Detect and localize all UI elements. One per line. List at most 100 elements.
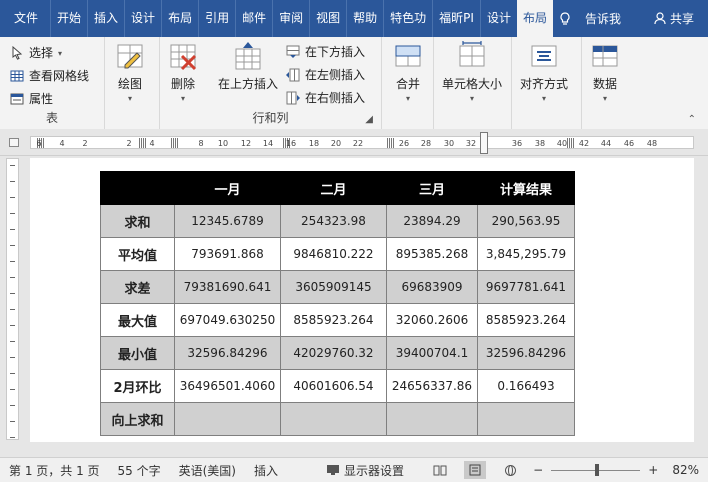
table-cell[interactable]: 8585923.264 [280,303,387,337]
table-header-cell[interactable]: 一月 [174,171,281,205]
zoom-out-button[interactable]: − [531,463,545,477]
merge-button[interactable]: 合并 ▾ [393,41,423,103]
tab-view[interactable]: 视图 [309,0,346,37]
insert-above-button[interactable]: 在上方插入 [218,41,278,92]
table-cell[interactable]: 9697781.641 [477,270,575,304]
input-mode[interactable]: 插入 [245,462,287,479]
tab-layout[interactable]: 布局 [161,0,198,37]
ruler-corner-marker[interactable] [9,138,19,147]
row-label[interactable]: 求差 [100,270,175,304]
view-gridlines-button[interactable]: 查看网格线 [10,64,104,87]
table-cell[interactable]: 895385.268 [386,237,478,271]
collapse-ribbon-icon[interactable]: ⌃ [688,114,696,125]
table-cell[interactable]: 12345.6789 [174,204,281,238]
properties-icon [10,93,24,104]
tab-help[interactable]: 帮助 [346,0,383,37]
table-cell[interactable]: 3,845,295.79 [477,237,575,271]
select-button[interactable]: 选择 ▾ [10,41,104,64]
table-cell[interactable] [477,402,575,436]
table-cell[interactable] [386,402,478,436]
document-page[interactable]: 一月 二月 三月 计算结果 求和 12345.6789 254323.98 23… [30,158,694,442]
ruler-column-marker[interactable] [387,138,395,148]
table-cell[interactable]: 290,563.95 [477,204,575,238]
tab-table-design[interactable]: 设计 [479,0,517,37]
table-header-cell[interactable] [100,171,175,205]
row-label[interactable]: 2月环比 [100,369,175,403]
table-cell[interactable]: 79381690.641 [174,270,281,304]
table-cell[interactable]: 32596.84296 [174,336,281,370]
tab-design[interactable]: 设计 [124,0,161,37]
ruler-track[interactable]: 6 4 2 2 4 8 10 12 14 16 18 20 22 26 28 30 32 36 38 40 42 44 46… [30,136,694,149]
merge-cells-icon [395,45,421,67]
table-cell[interactable] [174,402,281,436]
tab-home[interactable]: 开始 [50,0,87,37]
alignment-button[interactable]: 对齐方式 ▾ [520,41,568,103]
delete-button[interactable]: 删除 ▾ [168,41,198,103]
tab-special-features[interactable]: 特色功 [383,0,432,37]
table-cell[interactable]: 40601606.54 [280,369,387,403]
print-layout-button[interactable] [464,461,486,479]
zoom-slider[interactable] [551,463,641,476]
page-count[interactable]: 第 1 页，共 1 页 [0,462,109,479]
dialog-launcher-icon[interactable]: ◢ [365,114,373,125]
word-count[interactable]: 55 个字 [109,462,170,479]
table-cell[interactable]: 254323.98 [280,204,387,238]
table-cell[interactable]: 9846810.222 [280,237,387,271]
zoom-level[interactable]: 82% [660,463,708,477]
table-cell[interactable]: 3605909145 [280,270,387,304]
properties-button[interactable]: 属性 [10,87,104,110]
table-cell[interactable]: 32596.84296 [477,336,575,370]
tab-file[interactable]: 文件 [0,0,50,37]
indent-marker[interactable] [480,132,488,154]
table-cell[interactable]: 32060.2606 [386,303,478,337]
row-label[interactable]: 向上求和 [100,402,175,436]
ruler-number: 14 [262,139,274,148]
table-header-cell[interactable]: 计算结果 [477,171,575,205]
row-label[interactable]: 最小值 [100,336,175,370]
table-header-cell[interactable]: 三月 [386,171,478,205]
tab-insert[interactable]: 插入 [87,0,124,37]
share-button[interactable]: 共享 [648,0,708,37]
table-cell[interactable]: 24656337.86 [386,369,478,403]
table-row: 求差 79381690.641 3605909145 69683909 9697… [100,270,575,304]
insert-right-button[interactable]: 在右侧插入 [286,86,365,109]
tab-references[interactable]: 引用 [198,0,235,37]
table-header-cell[interactable]: 二月 [280,171,387,205]
vertical-ruler[interactable] [6,158,19,440]
read-mode-button[interactable] [429,461,450,479]
row-label[interactable]: 最大值 [100,303,175,337]
tell-me-button[interactable]: 告诉我 [553,0,627,37]
draw-button[interactable]: 绘图 ▾ [115,41,145,103]
table-cell[interactable]: 36496501.4060 [174,369,281,403]
tab-review[interactable]: 审阅 [272,0,309,37]
language[interactable]: 英语(美国) [170,462,245,479]
horizontal-ruler: 6 4 2 2 4 8 10 12 14 16 18 20 22 26 28 30 32 36 38 40 42 44 46… [0,129,708,156]
zoom-in-button[interactable]: + [646,463,660,477]
data-table[interactable]: 一月 二月 三月 计算结果 求和 12345.6789 254323.98 23… [100,171,575,436]
insert-left-button[interactable]: 在左侧插入 [286,63,365,86]
insert-below-button[interactable]: 在下方插入 [286,40,365,63]
table-cell[interactable]: 69683909 [386,270,478,304]
data-button[interactable]: 数据 ▾ [590,41,620,103]
ruler-column-marker[interactable] [139,138,147,148]
display-settings-button[interactable]: 显示器设置 [317,462,413,479]
table-cell[interactable]: 42029760.32 [280,336,387,370]
row-label[interactable]: 求和 [100,204,175,238]
table-cell[interactable]: 23894.29 [386,204,478,238]
grid-icon [10,70,24,81]
cell-size-button[interactable]: 单元格大小 ▾ [442,41,502,103]
tab-foxit-pdf[interactable]: 福昕PI [432,0,480,37]
table-cell[interactable]: 793691.868 [174,237,281,271]
table-cell[interactable]: 0.166493 [477,369,575,403]
tab-table-layout[interactable]: 布局 [516,0,553,37]
web-layout-button[interactable] [500,461,521,479]
table-cell[interactable]: 8585923.264 [477,303,575,337]
table-cell[interactable]: 697049.630250 [174,303,281,337]
ruler-column-marker[interactable] [567,138,575,148]
zoom-slider-thumb[interactable] [595,463,600,476]
tab-mailings[interactable]: 邮件 [235,0,272,37]
table-cell[interactable]: 39400704.1 [386,336,478,370]
row-label[interactable]: 平均值 [100,237,175,271]
table-cell[interactable] [280,402,387,436]
ruler-column-marker[interactable] [171,138,179,148]
